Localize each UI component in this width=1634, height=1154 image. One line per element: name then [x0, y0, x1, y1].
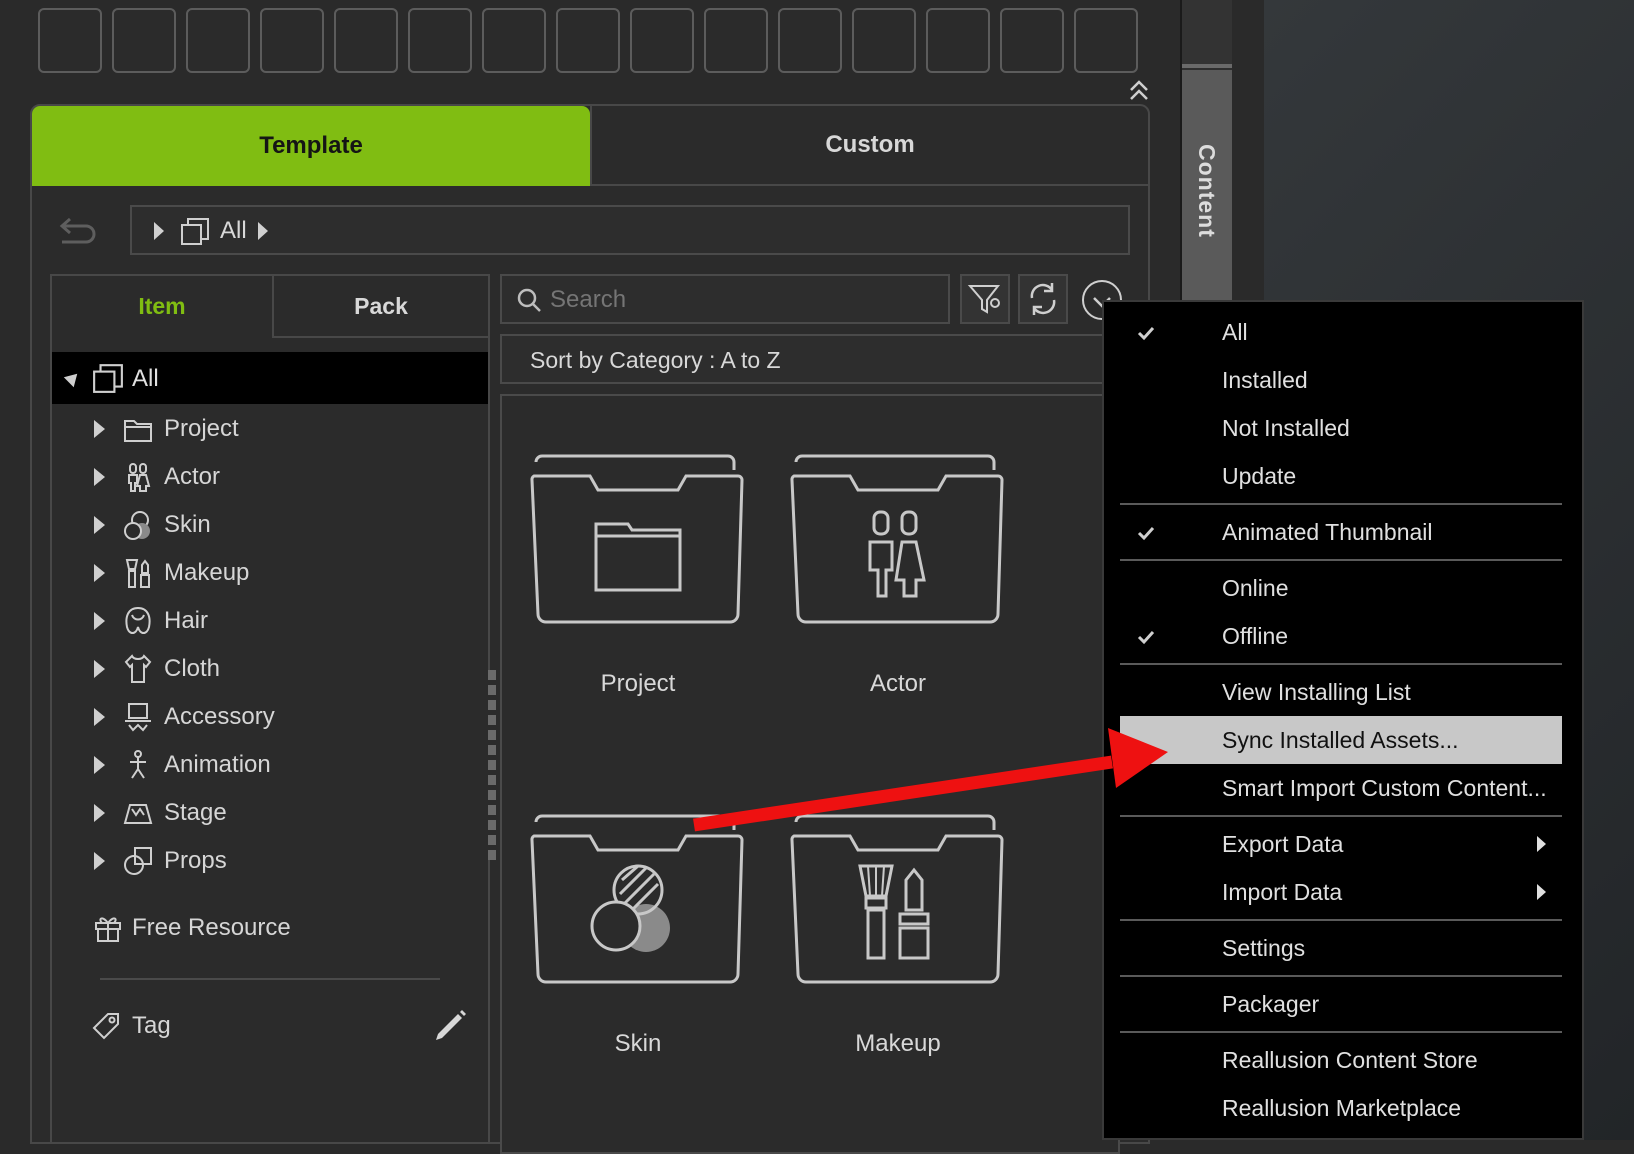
annotation-arrow — [693, 728, 1168, 832]
